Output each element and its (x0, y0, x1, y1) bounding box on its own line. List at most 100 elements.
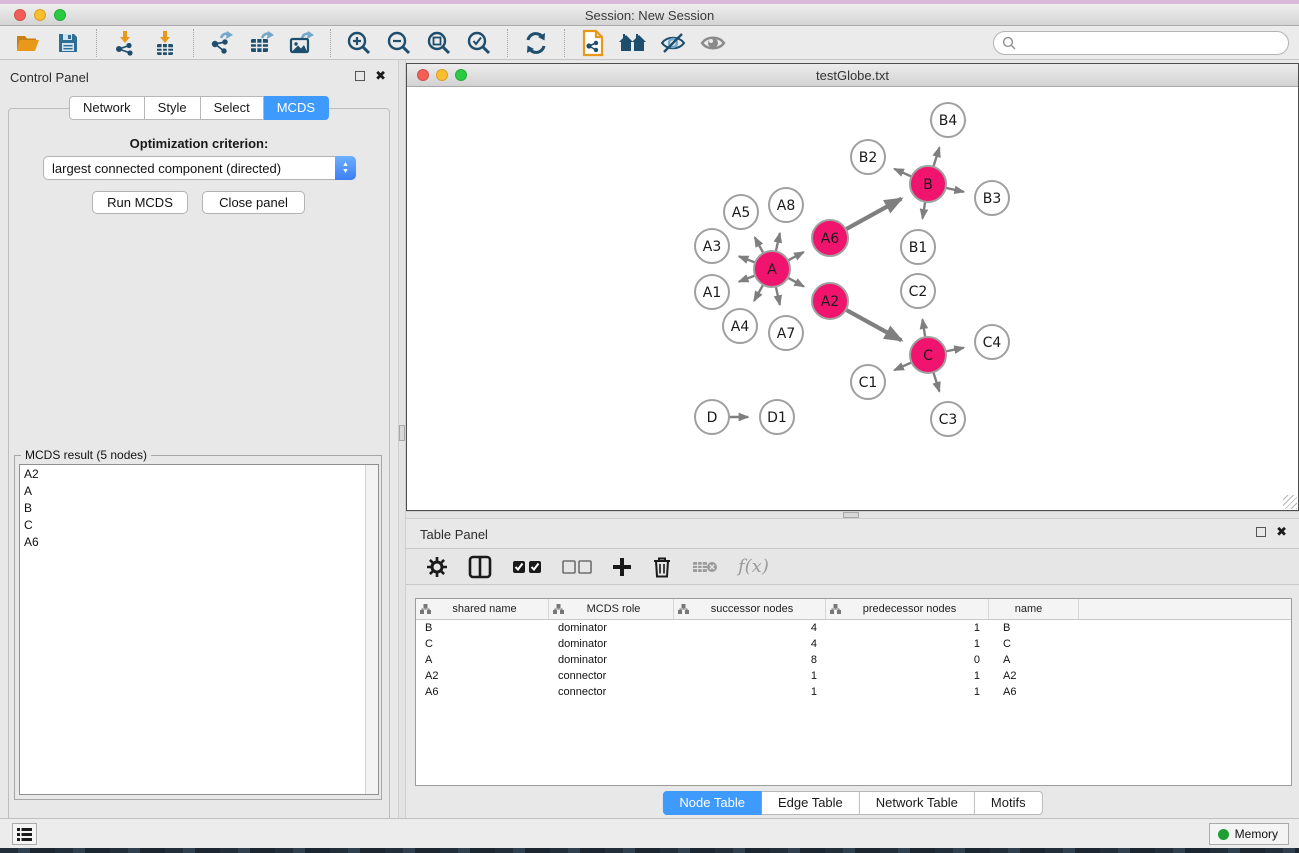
edge-A2-C[interactable] (845, 309, 901, 340)
result-list-item[interactable]: B (20, 499, 378, 516)
create-column-icon[interactable] (612, 553, 632, 581)
edge-C-C1[interactable] (894, 362, 912, 370)
node-C3[interactable]: C3 (931, 402, 965, 436)
node-C[interactable]: C (910, 337, 946, 373)
column-header-MCDS-role[interactable]: MCDS role (549, 599, 674, 619)
node-D[interactable]: D (695, 400, 729, 434)
save-session-icon[interactable] (52, 29, 84, 57)
node-A4[interactable]: A4 (723, 309, 757, 343)
zoom-out-icon[interactable] (383, 29, 415, 57)
edge-A-A5[interactable] (755, 237, 764, 254)
network-graph[interactable]: B4B2BB3A5A8A6B1A3AA1C2A2A4A7C4CC1DD1C3 (407, 87, 1298, 510)
column-header-predecessor-nodes[interactable]: predecessor nodes (826, 599, 989, 619)
result-list-item[interactable]: A (20, 482, 378, 499)
export-image-icon[interactable] (286, 29, 318, 57)
tab-network[interactable]: Network (69, 96, 145, 120)
network-window-titlebar[interactable]: testGlobe.txt (407, 64, 1298, 87)
node-A2[interactable]: A2 (812, 283, 848, 319)
edge-A6-B[interactable] (845, 199, 901, 230)
result-list-item[interactable]: A6 (20, 533, 378, 550)
edge-C-C3[interactable] (933, 371, 939, 391)
node-D1[interactable]: D1 (760, 400, 794, 434)
tab-select[interactable]: Select (201, 96, 264, 120)
window-resize-grip[interactable] (1283, 495, 1297, 509)
result-list-scrollbar[interactable] (365, 465, 378, 794)
node-B2[interactable]: B2 (851, 140, 885, 174)
table-row[interactable]: Bdominator41B (416, 620, 1291, 636)
float-table-panel-icon[interactable] (1256, 527, 1266, 537)
table-row[interactable]: A6connector11A6 (416, 684, 1291, 700)
search-input[interactable] (993, 31, 1289, 55)
edge-B-B2[interactable] (894, 169, 912, 177)
export-table-icon[interactable] (246, 29, 278, 57)
tab-mcds[interactable]: MCDS (264, 96, 329, 120)
network-canvas[interactable]: B4B2BB3A5A8A6B1A3AA1C2A2A4A7C4CC1DD1C3 (407, 87, 1298, 510)
tab-style[interactable]: Style (145, 96, 201, 120)
edge-C-C4[interactable] (945, 348, 964, 352)
edge-B-B1[interactable] (923, 201, 926, 219)
memory-button[interactable]: Memory (1209, 823, 1289, 845)
edge-A-A1[interactable] (739, 275, 756, 282)
run-mcds-button[interactable]: Run MCDS (92, 191, 188, 214)
node-A[interactable]: A (754, 251, 790, 287)
task-history-button[interactable] (12, 823, 37, 845)
close-panel-button[interactable]: Close panel (202, 191, 305, 214)
import-table-icon[interactable] (149, 29, 181, 57)
delete-column-icon[interactable] (652, 553, 672, 581)
column-header-shared-name[interactable]: shared name (416, 599, 549, 619)
table-row[interactable]: A2connector11A2 (416, 668, 1291, 684)
column-header-successor-nodes[interactable]: successor nodes (674, 599, 826, 619)
node-table[interactable]: shared nameMCDS rolesuccessor nodesprede… (415, 598, 1292, 786)
edge-A-A2[interactable] (787, 277, 804, 286)
node-B4[interactable]: B4 (931, 103, 965, 137)
column-header-name[interactable]: name (989, 599, 1079, 619)
node-B3[interactable]: B3 (975, 181, 1009, 215)
criterion-dropdown[interactable]: largest connected component (directed) ▲… (43, 156, 356, 180)
refresh-layout-icon[interactable] (520, 29, 552, 57)
node-A8[interactable]: A8 (769, 188, 803, 222)
node-A5[interactable]: A5 (724, 195, 758, 229)
open-session-icon[interactable] (12, 29, 44, 57)
home-layout-icon[interactable] (617, 29, 649, 57)
tab-network-table[interactable]: Network Table (860, 791, 975, 815)
horizontal-split-grip[interactable] (843, 512, 859, 518)
vertical-split-grip[interactable] (399, 425, 405, 441)
mcds-result-list[interactable]: A2ABCA6 (19, 464, 379, 795)
table-settings-gear-icon[interactable] (426, 553, 448, 581)
node-C4[interactable]: C4 (975, 325, 1009, 359)
node-B[interactable]: B (910, 166, 946, 202)
tab-edge-table[interactable]: Edge Table (762, 791, 860, 815)
result-list-item[interactable]: A2 (20, 465, 378, 482)
hide-selected-icon[interactable] (657, 29, 689, 57)
import-network-icon[interactable] (109, 29, 141, 57)
result-list-item[interactable]: C (20, 516, 378, 533)
node-A1[interactable]: A1 (695, 275, 729, 309)
table-row[interactable]: Adominator80A (416, 652, 1291, 668)
tab-node-table[interactable]: Node Table (662, 791, 762, 815)
tab-motifs[interactable]: Motifs (975, 791, 1043, 815)
node-B1[interactable]: B1 (901, 230, 935, 264)
table-row[interactable]: Cdominator41C (416, 636, 1291, 652)
node-A7[interactable]: A7 (769, 316, 803, 350)
edge-A-A4[interactable] (754, 284, 764, 301)
close-table-panel-icon[interactable]: ✖ (1276, 527, 1287, 537)
zoom-fit-icon[interactable] (423, 29, 455, 57)
node-C1[interactable]: C1 (851, 365, 885, 399)
edge-B-B3[interactable] (945, 188, 964, 192)
deselect-all-columns-icon[interactable] (562, 553, 592, 581)
edge-A-A8[interactable] (776, 233, 780, 252)
edge-A-A7[interactable] (776, 286, 780, 305)
edge-A-A3[interactable] (739, 256, 756, 263)
node-A6[interactable]: A6 (812, 220, 848, 256)
select-all-columns-icon[interactable] (512, 553, 542, 581)
zoom-in-icon[interactable] (343, 29, 375, 57)
show-column-icon[interactable] (468, 553, 492, 581)
export-network-icon[interactable] (206, 29, 238, 57)
show-all-icon[interactable] (697, 29, 729, 57)
node-A3[interactable]: A3 (695, 229, 729, 263)
float-panel-icon[interactable] (355, 71, 365, 81)
zoom-selected-icon[interactable] (463, 29, 495, 57)
edge-C-C2[interactable] (922, 319, 925, 338)
edge-A-A6[interactable] (787, 252, 804, 261)
network-from-file-icon[interactable] (577, 29, 609, 57)
